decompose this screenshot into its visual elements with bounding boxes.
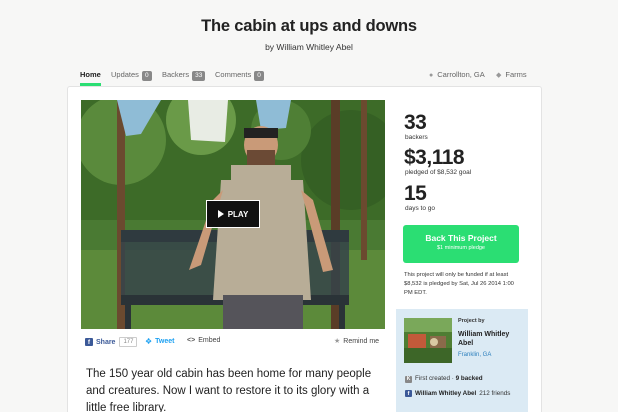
project-video[interactable]: PLAY (81, 100, 385, 329)
play-label: PLAY (227, 209, 249, 219)
facebook-share-button[interactable]: f Share 177 (85, 337, 138, 347)
funding-notice: This project will only be funded if at l… (404, 272, 514, 296)
backers-label: backers (405, 134, 428, 141)
backers-count: 33 (404, 111, 427, 134)
project-byline: by William Whitley Abel (265, 42, 353, 52)
category-label: Farms (505, 70, 527, 79)
back-this-project-label: Back This Project (425, 233, 497, 243)
location-link[interactable]: ● Carrollton, GA (429, 70, 485, 79)
updates-count-badge: 0 (141, 71, 152, 81)
facebook-icon: f (85, 338, 93, 346)
tab-backers[interactable]: Backers 33 (162, 70, 206, 81)
tab-home[interactable]: Home (80, 70, 101, 79)
tag-icon: ◆ (496, 72, 502, 79)
facebook-share-label: Share (96, 338, 116, 346)
tab-comments[interactable]: Comments 0 (215, 70, 264, 81)
tweet-button[interactable]: ❖ Tweet (145, 337, 175, 346)
creator-facebook: f William Whitley Abel 212 friends (405, 390, 510, 397)
location-label: Carrollton, GA (437, 70, 485, 79)
facebook-friends-count: 212 friends (479, 390, 511, 397)
tab-comments-label: Comments (215, 70, 252, 79)
creator-location-link[interactable]: Franklin, GA (458, 352, 491, 358)
embed-label: Embed (198, 337, 221, 344)
facebook-share-count: 177 (119, 337, 138, 347)
creator-photo (404, 318, 452, 363)
tab-backers-label: Backers (162, 70, 190, 79)
tweet-label: Tweet (155, 338, 175, 345)
kickstarter-icon: K (405, 376, 412, 383)
project-title: The cabin at ups and downs (201, 17, 417, 35)
project-nav: Home Updates 0 Backers 33 Comments 0 ● Carro… (80, 70, 540, 86)
category-link[interactable]: ◆ Farms (496, 70, 527, 79)
creator-name-link[interactable]: William Whitley Abel (458, 330, 524, 348)
pledged-amount: $3,118 (404, 146, 465, 169)
embed-button[interactable]: <> Embed (187, 337, 220, 344)
remind-me-button[interactable]: ★ Remind me (334, 337, 380, 346)
play-icon (217, 210, 224, 218)
facebook-icon: f (405, 390, 412, 397)
tab-updates[interactable]: Updates 0 (111, 70, 152, 81)
days-label: days to go (405, 205, 435, 212)
days-left: 15 (404, 182, 427, 205)
comments-count-badge: 0 (254, 71, 264, 81)
creator-history: K First created · 9 backed (405, 375, 483, 383)
pledged-label: pledged of $8,532 goal (405, 169, 472, 176)
embed-code-icon: <> (187, 337, 196, 344)
backed-count[interactable]: 9 backed (456, 375, 483, 382)
star-icon: ★ (334, 338, 341, 345)
creator-facebook-name[interactable]: William Whitley Abel (415, 390, 476, 397)
project-description: The 150 year old cabin has been home for… (86, 368, 372, 412)
twitter-icon: ❖ (145, 337, 153, 346)
share-row: f Share 177 ❖ Tweet <> Embed ★ Remind me (83, 337, 383, 349)
creator-avatar[interactable] (404, 318, 452, 363)
minimum-pledge-label: $1 minimum pledge (437, 245, 485, 251)
location-pin-icon: ● (429, 72, 434, 79)
play-button[interactable]: PLAY (206, 200, 260, 228)
backers-count-badge: 33 (192, 71, 206, 81)
first-created-label: First created (415, 375, 450, 382)
project-by-label: Project by (458, 318, 485, 324)
remind-me-label: Remind me (343, 337, 380, 345)
tab-updates-label: Updates (111, 70, 139, 79)
back-this-project-button[interactable]: Back This Project $1 minimum pledge (403, 225, 519, 263)
tab-home-label: Home (80, 70, 101, 79)
